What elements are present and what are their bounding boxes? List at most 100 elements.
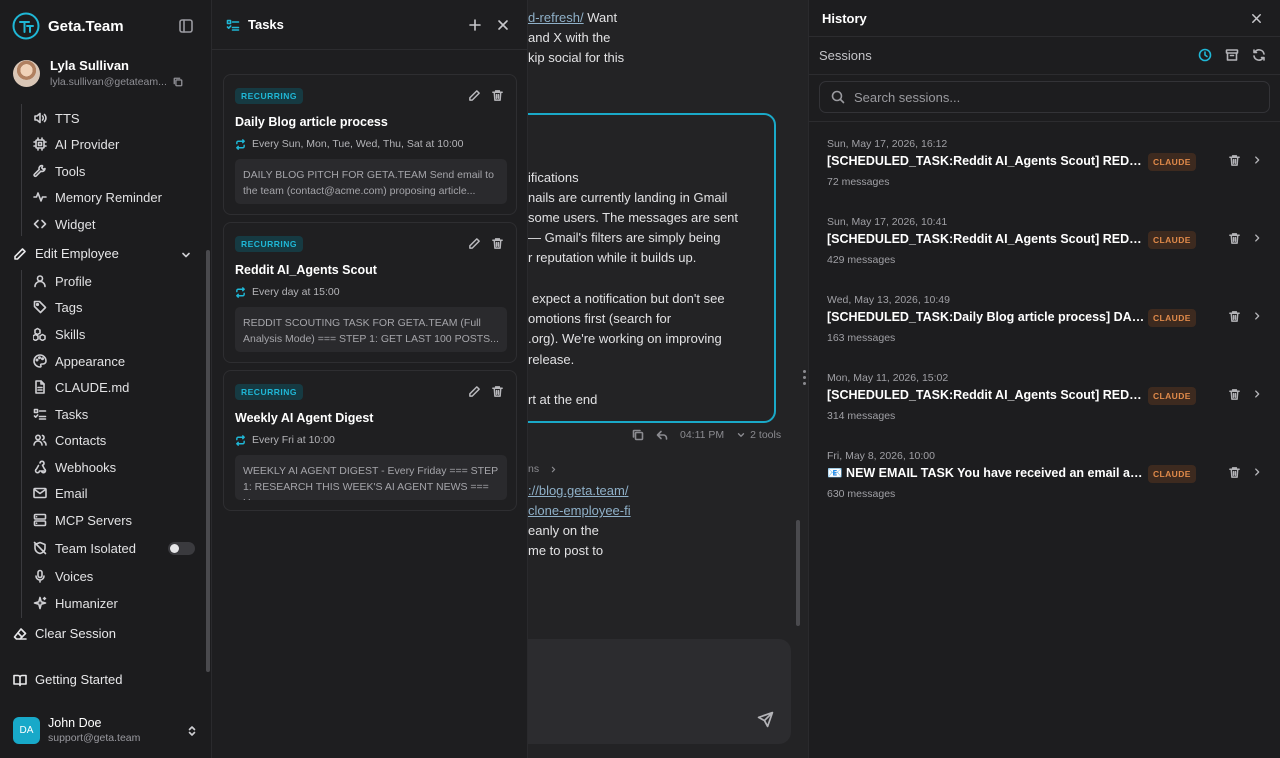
session-item[interactable]: Fri, May 8, 2026, 10:00 📧 NEW EMAIL TASK… <box>809 450 1280 528</box>
book-open-icon <box>13 674 27 686</box>
nav-label: Team Isolated <box>55 540 136 556</box>
message-line: and X with the <box>528 30 611 45</box>
speaker-icon <box>34 112 47 124</box>
trash-icon[interactable] <box>1228 466 1241 479</box>
nav-item-mcp-servers[interactable]: MCP Servers <box>33 510 132 530</box>
chevron-right-icon[interactable] <box>1252 233 1262 243</box>
archive-icon[interactable] <box>1225 48 1239 62</box>
chat-area: d-refresh/ Want and X with the kip socia… <box>528 0 808 758</box>
provider-badge: CLAUDE <box>1148 153 1196 171</box>
close-icon[interactable] <box>1250 12 1263 25</box>
nav-item-tools[interactable]: Tools <box>33 161 85 181</box>
message-line: .org). We're working on improving <box>528 331 722 346</box>
plus-icon[interactable] <box>468 18 482 32</box>
message-line: d-refresh/ Want <box>528 10 618 25</box>
nav-item-profile[interactable]: Profile <box>33 271 92 291</box>
chat-scrollbar[interactable] <box>796 520 800 626</box>
sidebar: Geta.Team Lyla Sullivan lyla.sullivan@ge… <box>0 0 212 758</box>
task-card[interactable]: RECURRING Weekly AI Agent Digest Every F… <box>223 370 517 511</box>
chevron-right-icon[interactable] <box>1252 467 1262 477</box>
nav-item-voices[interactable]: Voices <box>33 566 93 586</box>
tools-count: 2 tools <box>750 429 782 441</box>
repeat-icon <box>236 138 245 150</box>
task-card[interactable]: RECURRING Reddit AI_Agents Scout Every d… <box>223 222 517 363</box>
refresh-icon[interactable] <box>1252 48 1266 62</box>
nav-label: Profile <box>55 273 92 289</box>
edit-icon[interactable] <box>468 237 481 250</box>
nav-item-claude-md[interactable]: CLAUDE.md <box>33 377 129 397</box>
edit-icon[interactable] <box>468 385 481 398</box>
avatar <box>13 59 40 87</box>
message-count: 314 messages <box>827 410 896 422</box>
pulse-icon <box>33 192 47 202</box>
session-item[interactable]: Wed, May 13, 2026, 10:49 [SCHEDULED_TASK… <box>809 294 1280 372</box>
getting-started-link[interactable]: Getting Started <box>13 672 122 687</box>
trash-icon[interactable] <box>491 385 504 398</box>
breadcrumb[interactable]: ns <box>528 463 558 475</box>
current-employee[interactable]: Lyla Sullivan lyla.sullivan@getateam... <box>13 58 183 88</box>
brand[interactable]: Geta.Team <box>12 12 124 40</box>
trash-icon[interactable] <box>1228 232 1241 245</box>
task-card[interactable]: RECURRING Daily Blog article process Eve… <box>223 74 517 215</box>
chevron-right-icon[interactable] <box>1252 311 1262 321</box>
mic-icon <box>35 569 45 583</box>
selected-message-bubble[interactable] <box>528 113 776 423</box>
reply-icon[interactable] <box>656 429 668 441</box>
sidebar-scrollbar[interactable] <box>206 250 210 672</box>
chevron-right-icon[interactable] <box>1252 155 1262 165</box>
nav-label: Humanizer <box>55 595 118 611</box>
trash-icon[interactable] <box>491 237 504 250</box>
repeat-icon <box>236 434 245 446</box>
edit-employee-section[interactable]: Edit Employee <box>13 246 119 261</box>
chevron-right-icon[interactable] <box>1252 389 1262 399</box>
edit-icon[interactable] <box>468 89 481 102</box>
provider-badge: CLAUDE <box>1148 231 1196 249</box>
trash-icon[interactable] <box>1228 310 1241 323</box>
message-link[interactable]: ://blog.geta.team/ <box>528 483 628 498</box>
divider <box>809 121 1280 122</box>
message-link[interactable]: d-refresh/ <box>528 10 584 25</box>
trash-icon[interactable] <box>1228 388 1241 401</box>
copy-icon[interactable] <box>632 429 644 441</box>
trash-icon[interactable] <box>1228 154 1241 167</box>
message-composer[interactable] <box>528 639 791 744</box>
nav-item-contacts[interactable]: Contacts <box>33 430 106 450</box>
clock-icon[interactable] <box>1198 48 1212 62</box>
repeat-icon <box>236 286 245 298</box>
account-switcher[interactable]: DA John Doe support@geta.team <box>13 716 140 744</box>
nav-item-team-isolated[interactable]: Team Isolated <box>33 538 195 558</box>
getting-started-label: Getting Started <box>35 672 123 687</box>
chevron-down-icon[interactable] <box>180 249 192 261</box>
session-item[interactable]: Sun, May 17, 2026, 16:12 [SCHEDULED_TASK… <box>809 138 1280 216</box>
nav-item-skills[interactable]: Skills <box>33 324 85 344</box>
send-icon[interactable] <box>757 711 774 728</box>
clear-session-button[interactable]: Clear Session <box>13 626 116 641</box>
tools-toggle[interactable]: 2 tools <box>736 429 781 441</box>
close-icon[interactable] <box>496 18 510 32</box>
nav-item-ai-provider[interactable]: AI Provider <box>33 134 119 154</box>
nav-item-tts[interactable]: TTS <box>33 108 80 128</box>
message-line: rt at the end <box>528 392 598 407</box>
session-item[interactable]: Mon, May 11, 2026, 15:02 [SCHEDULED_TASK… <box>809 372 1280 450</box>
nav-item-tags[interactable]: Tags <box>33 297 82 317</box>
session-date: Sun, May 17, 2026, 10:41 <box>827 216 948 228</box>
team-isolated-toggle[interactable] <box>167 541 195 555</box>
search-input[interactable] <box>854 89 1254 105</box>
nav-item-tasks[interactable]: Tasks <box>33 404 88 424</box>
trash-icon[interactable] <box>491 89 504 102</box>
tasks-title: Tasks <box>248 17 284 32</box>
chevrons-up-down-icon[interactable] <box>186 725 198 737</box>
message-link[interactable]: clone-employee-fi <box>528 503 631 518</box>
sessions-label: Sessions <box>819 48 872 63</box>
nav-item-widget[interactable]: Widget <box>33 214 95 234</box>
session-item[interactable]: Sun, May 17, 2026, 10:41 [SCHEDULED_TASK… <box>809 216 1280 294</box>
session-search[interactable] <box>819 81 1270 113</box>
resize-handle[interactable] <box>803 370 806 388</box>
nav-item-email[interactable]: Email <box>33 483 88 503</box>
copy-icon[interactable] <box>173 77 183 87</box>
nav-item-memory-reminder[interactable]: Memory Reminder <box>33 187 162 207</box>
sidebar-toggle-icon[interactable] <box>179 19 193 33</box>
nav-item-humanizer[interactable]: Humanizer <box>33 593 118 613</box>
nav-item-appearance[interactable]: Appearance <box>33 351 125 371</box>
nav-item-webhooks[interactable]: Webhooks <box>33 457 116 477</box>
